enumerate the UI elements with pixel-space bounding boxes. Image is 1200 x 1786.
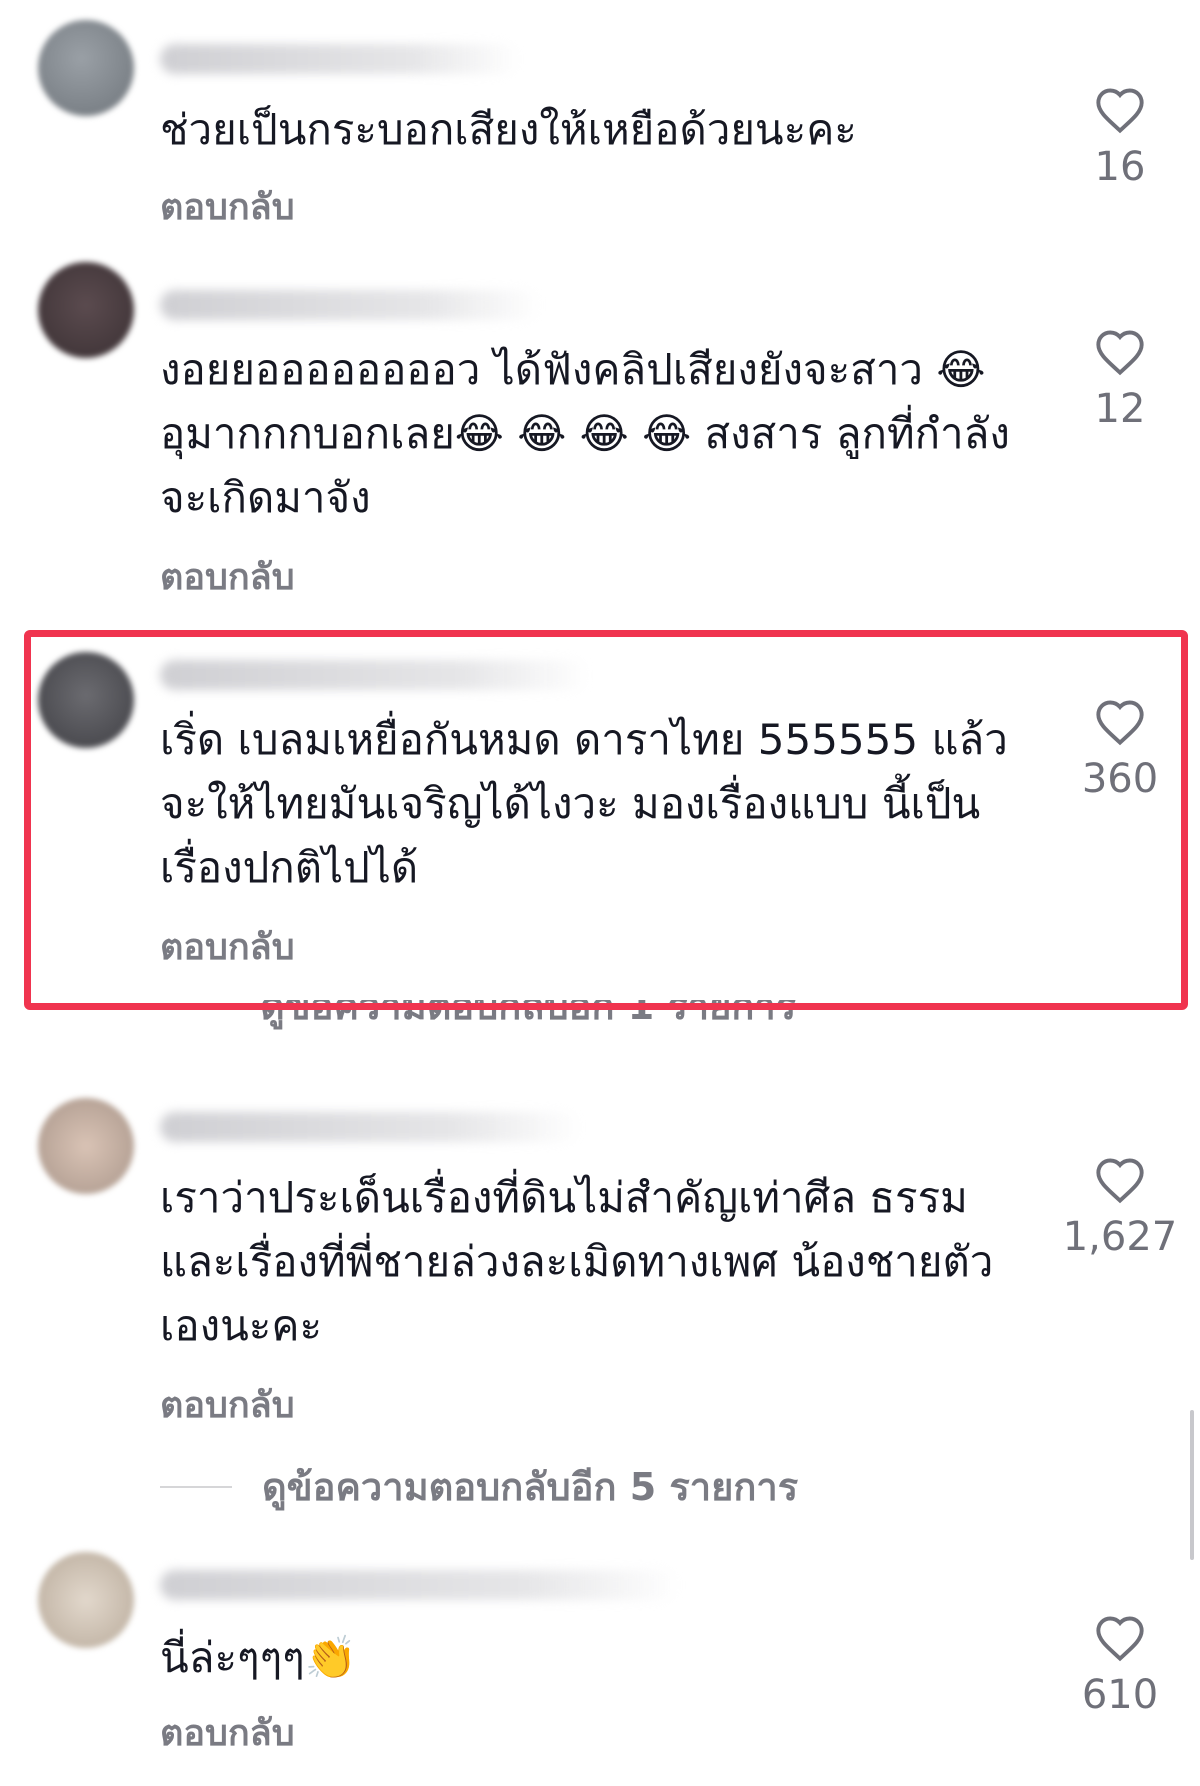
heart-outline-icon	[1096, 330, 1144, 376]
highlight-box	[24, 630, 1188, 1010]
heart-outline-icon	[1096, 1158, 1144, 1204]
reply-button[interactable]: ตอบกลับ	[160, 1704, 295, 1761]
like-button[interactable]: 12	[1050, 328, 1190, 432]
reply-button[interactable]: ตอบกลับ	[160, 178, 295, 235]
like-button[interactable]: 1,627	[1050, 1156, 1190, 1260]
reply-button[interactable]: ตอบกลับ	[160, 548, 295, 605]
divider-line	[160, 1485, 232, 1488]
like-button[interactable]: 16	[1050, 86, 1190, 190]
comment-text: นี่ล่ะๆๆๆ👏	[160, 1633, 357, 1682]
avatar[interactable]	[38, 262, 134, 358]
view-more-replies-label: ดูข้อความตอบกลับอีก 5 รายการ	[262, 1465, 799, 1509]
like-count: 1,627	[1062, 1214, 1178, 1260]
comment-text: งอยยออออออออว ได้ฟังคลิปเสียงยังจะสาว 😂 …	[160, 345, 1010, 522]
comment-text: ช่วยเป็นกระบอกเสียงให้เหยือด้วยนะคะ	[160, 105, 857, 154]
username-blurred[interactable]	[160, 290, 540, 320]
comment-text: เราว่าประเด็นเรื่องที่ดินไม่สำคัญเท่าศีล…	[160, 1173, 994, 1350]
username-blurred[interactable]	[160, 1112, 580, 1142]
avatar[interactable]	[38, 20, 134, 116]
like-count: 16	[1094, 144, 1146, 190]
like-count: 12	[1094, 386, 1146, 432]
heart-outline-icon	[1096, 88, 1144, 134]
reply-button[interactable]: ตอบกลับ	[160, 1376, 295, 1433]
username-blurred[interactable]	[160, 44, 520, 74]
heart-outline-icon	[1096, 1616, 1144, 1662]
like-count: 610	[1081, 1672, 1159, 1718]
scrollbar[interactable]	[1190, 1410, 1194, 1560]
like-button[interactable]: 610	[1050, 1614, 1190, 1718]
view-more-replies-link[interactable]: ดูข้อความตอบกลับอีก 5 รายการ	[160, 1456, 798, 1517]
avatar[interactable]	[38, 1552, 134, 1648]
username-blurred[interactable]	[160, 1570, 680, 1600]
avatar[interactable]	[38, 1098, 134, 1194]
